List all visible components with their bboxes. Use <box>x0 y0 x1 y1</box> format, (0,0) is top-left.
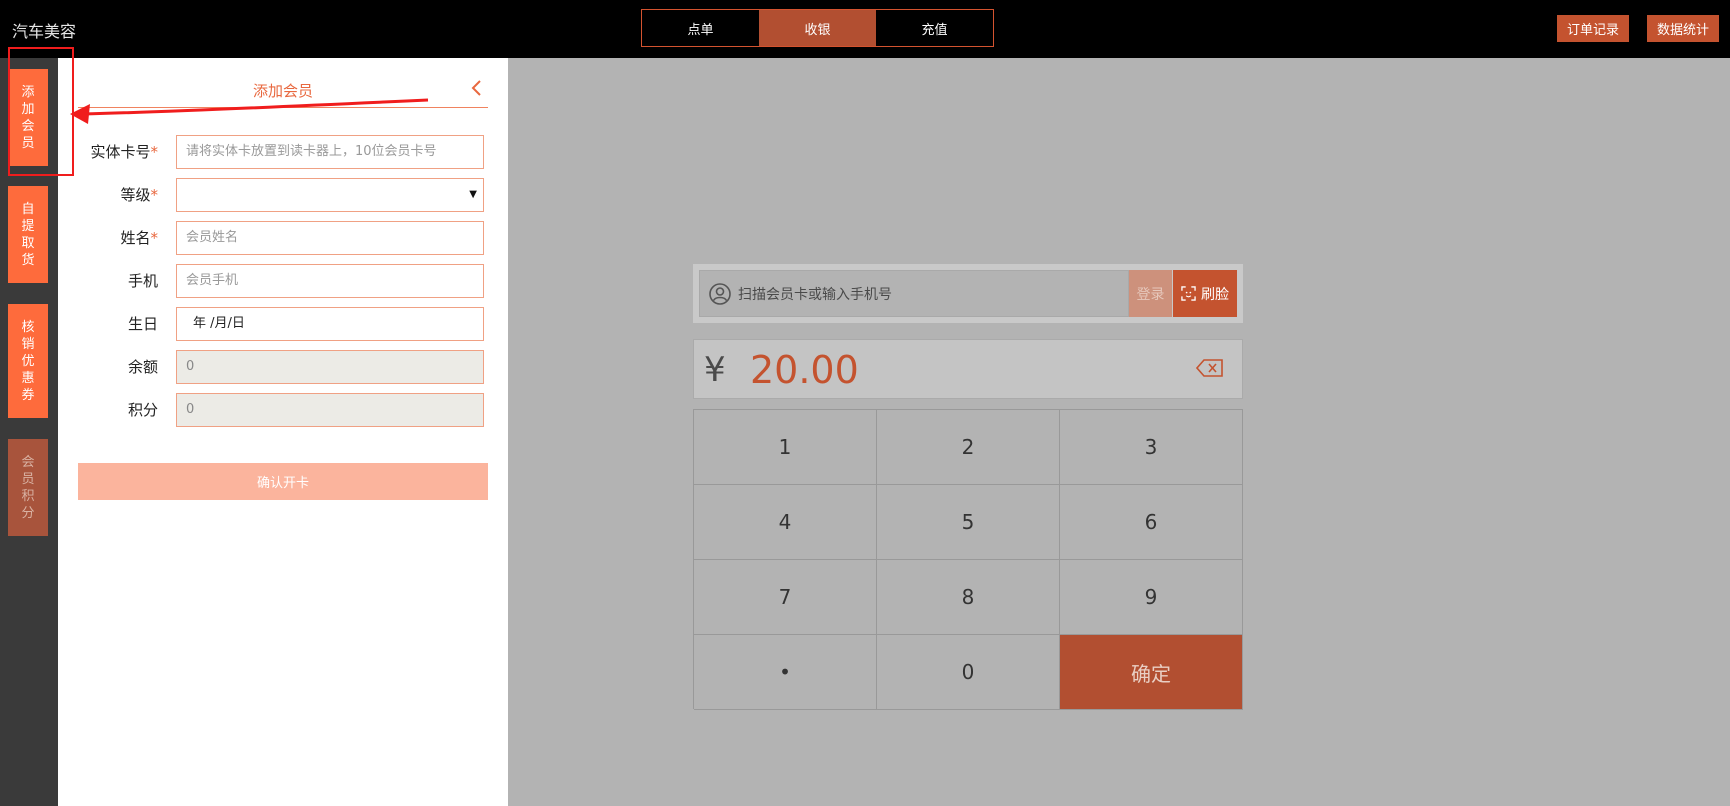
keypad-confirm-button[interactable]: 确定 <box>1060 635 1243 710</box>
key-7[interactable]: 7 <box>694 560 877 635</box>
key-4[interactable]: 4 <box>694 485 877 560</box>
data-stats-button[interactable]: 数据统计 <box>1647 15 1720 42</box>
top-bar: 汽车美容 点单 收银 充值 订单记录 数据统计 <box>0 0 1730 58</box>
key-6[interactable]: 6 <box>1060 485 1243 560</box>
name-row: 姓名* 会员姓名 <box>58 221 508 255</box>
rail-redeem-coupon-button[interactable]: 核 销 优 惠 券 <box>8 304 48 418</box>
rail-char: 销 <box>21 336 35 352</box>
rail-add-member-button[interactable]: 添 加 会 员 <box>8 69 48 166</box>
rail-char: 分 <box>21 505 35 521</box>
name-input[interactable]: 会员姓名 <box>176 221 484 255</box>
required-mark: * <box>150 143 159 161</box>
key-dot[interactable]: • <box>694 635 877 710</box>
phone-row: 手机 会员手机 <box>58 264 508 298</box>
add-member-panel: 添加会员 实体卡号* 请将实体卡放置到读卡器上，10位会员卡号 等级* ▼ 姓名… <box>58 58 508 806</box>
face-pay-button[interactable]: 刷脸 <box>1173 270 1237 317</box>
tab-recharge[interactable]: 充值 <box>876 10 993 46</box>
level-row: 等级* ▼ <box>58 178 508 212</box>
key-0[interactable]: 0 <box>877 635 1060 710</box>
amount-display: ¥ 20.00 <box>693 339 1243 399</box>
balance-input: 0 <box>176 350 484 384</box>
key-3[interactable]: 3 <box>1060 410 1243 485</box>
rail-pickup-button[interactable]: 自 提 取 货 <box>8 186 48 283</box>
rail-char: 提 <box>21 218 35 234</box>
rail-char: 核 <box>21 319 35 335</box>
rail-char: 取 <box>21 235 35 251</box>
backspace-icon[interactable] <box>1196 359 1224 377</box>
chevron-left-icon[interactable] <box>468 78 486 98</box>
card-number-row: 实体卡号* 请将实体卡放置到读卡器上，10位会员卡号 <box>58 135 508 169</box>
phone-input[interactable]: 会员手机 <box>176 264 484 298</box>
rail-char: 添 <box>21 84 35 100</box>
rail-char: 积 <box>21 488 35 504</box>
member-search-placeholder: 扫描会员卡或输入手机号 <box>738 286 892 303</box>
rail-char: 惠 <box>21 370 35 386</box>
card-number-input[interactable]: 请将实体卡放置到读卡器上，10位会员卡号 <box>176 135 484 169</box>
member-bar: 扫描会员卡或输入手机号 登录 刷脸 <box>693 264 1243 323</box>
level-select[interactable]: ▼ <box>176 178 484 212</box>
balance-label: 余额 <box>127 358 158 376</box>
points-input: 0 <box>176 393 484 427</box>
rail-char: 会 <box>21 118 35 134</box>
label-text: 等级 <box>120 186 151 204</box>
rail-char: 自 <box>21 201 35 217</box>
rail-char: 优 <box>21 353 35 369</box>
key-2[interactable]: 2 <box>877 410 1060 485</box>
panel-title: 添加会员 <box>252 82 313 100</box>
birthday-input[interactable]: 年 /月/日 <box>176 307 484 341</box>
required-mark: * <box>150 186 159 204</box>
label-text: 实体卡号 <box>90 143 151 161</box>
card-number-label: 实体卡号* <box>58 135 158 169</box>
user-circle-icon <box>709 282 731 305</box>
face-scan-icon <box>1181 286 1196 301</box>
rail-char: 加 <box>21 101 35 117</box>
rail-char: 员 <box>21 135 35 151</box>
label-text: 姓名 <box>120 229 151 247</box>
face-pay-label: 刷脸 <box>1201 286 1229 303</box>
confirm-open-card-button[interactable]: 确认开卡 <box>78 463 488 500</box>
birthday-label: 生日 <box>127 315 158 333</box>
rail-char: 会 <box>21 454 35 470</box>
key-1[interactable]: 1 <box>694 410 877 485</box>
birthday-row: 生日 年 /月/日 <box>58 307 508 341</box>
currency-symbol: ¥ <box>704 350 726 390</box>
amount-value: 20.00 <box>750 348 859 392</box>
name-label: 姓名* <box>58 221 158 255</box>
login-button[interactable]: 登录 <box>1129 270 1172 317</box>
top-tabs: 点单 收银 充值 <box>641 9 994 47</box>
panel-header: 添加会员 <box>78 76 488 108</box>
rail-char: 员 <box>21 471 35 487</box>
rail-char: 货 <box>21 252 35 268</box>
tab-order[interactable]: 点单 <box>642 10 759 46</box>
keypad: 1 2 3 4 5 6 7 8 9 • 0 确定 <box>693 409 1243 710</box>
rail-member-points-button[interactable]: 会 员 积 分 <box>8 439 48 536</box>
phone-label: 手机 <box>127 272 158 290</box>
caret-down-icon: ▼ <box>469 189 477 200</box>
app-title: 汽车美容 <box>12 22 77 41</box>
tab-cashier[interactable]: 收银 <box>759 10 876 46</box>
required-mark: * <box>150 229 159 247</box>
points-label: 积分 <box>127 401 158 419</box>
level-label: 等级* <box>58 178 158 212</box>
left-rail: 添 加 会 员 自 提 取 货 核 销 优 惠 券 会 员 积 分 <box>0 58 58 806</box>
points-row: 积分 0 <box>58 393 508 427</box>
key-8[interactable]: 8 <box>877 560 1060 635</box>
balance-row: 余额 0 <box>58 350 508 384</box>
rail-char: 券 <box>21 387 35 403</box>
order-records-button[interactable]: 订单记录 <box>1557 15 1630 42</box>
member-search-input[interactable]: 扫描会员卡或输入手机号 <box>699 270 1129 317</box>
key-9[interactable]: 9 <box>1060 560 1243 635</box>
key-5[interactable]: 5 <box>877 485 1060 560</box>
